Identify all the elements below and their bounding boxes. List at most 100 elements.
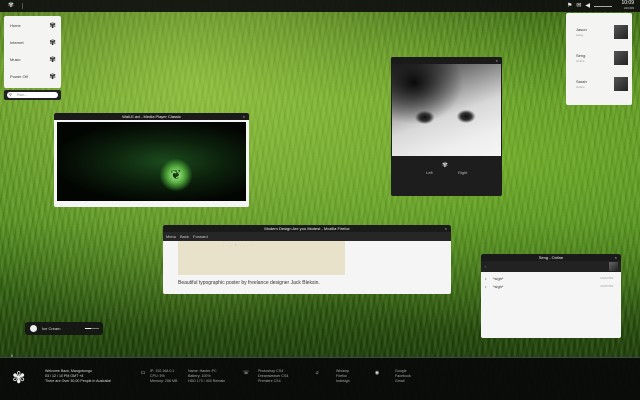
close-icon[interactable]: × <box>445 225 447 232</box>
web-link[interactable]: Gmail <box>395 379 411 384</box>
contact-status: Away <box>576 33 584 37</box>
bullet-icon: • <box>485 276 487 281</box>
contact-name: Seng <box>576 53 586 58</box>
system-tray: ⚑ ✉ ◀ <box>567 2 612 10</box>
video-frame[interactable]: ❦ <box>57 122 246 201</box>
lotus-icon: ✾ <box>49 38 56 47</box>
bullet-icon: • <box>485 284 487 289</box>
clock[interactable]: 10:09 22/1/09 <box>612 1 634 11</box>
music-widget: Ice Cream <box>25 322 103 335</box>
app-link[interactable]: Indesign <box>336 379 350 384</box>
menu-button[interactable]: Menu <box>166 234 176 239</box>
chevron-left-icon[interactable]: ‹ <box>485 264 486 269</box>
play-button[interactable] <box>30 325 37 332</box>
clock-date: 22/1/09 <box>623 6 634 10</box>
globe-icon[interactable]: ◉ <box>374 370 380 376</box>
chat-window: Seng - Online × ‹ • *sigh* 10:04 PM • *s… <box>481 254 621 338</box>
window-titlebar[interactable]: Seng - Online × <box>481 254 621 261</box>
launcher-item-label: Home <box>10 23 21 28</box>
chat-message: • *sigh* 10:05 PM <box>485 284 617 290</box>
avatar <box>614 51 628 65</box>
lotus-icon: ✾ <box>49 72 56 81</box>
avatar <box>614 25 628 39</box>
message-text: *sigh* <box>493 276 504 281</box>
message-time: 10:04 PM <box>600 276 613 280</box>
next-button[interactable]: Right <box>458 170 467 175</box>
message-text: *sigh* <box>493 284 504 289</box>
search-placeholder: Run... <box>17 92 28 97</box>
contact-item[interactable]: Jason Away <box>576 23 628 43</box>
contact-status: Online <box>576 59 585 63</box>
computer-line: HDD 173 / 400 Remain <box>188 379 226 383</box>
browser-toolbar: Menu Back Forward <box>163 232 451 241</box>
contact-status: Online <box>576 85 585 89</box>
tools-list: Winamp Firefox Indesign <box>336 369 350 384</box>
system-line: Memory: 256 MB <box>150 379 178 383</box>
window-titlebar[interactable]: × <box>391 57 502 64</box>
media-player-window: Wall-E.avi - Media Player Classic × ❦ <box>54 113 249 207</box>
run-search: ⚲ Run... <box>4 90 61 100</box>
progress-bar[interactable] <box>85 328 99 329</box>
photo-viewer-window: × ✾ Left Right <box>391 57 502 196</box>
volume-slider[interactable] <box>594 5 612 7</box>
launcher-item-label: Power Off <box>10 74 28 79</box>
contact-item[interactable]: Sarah Online <box>576 75 628 95</box>
window-titlebar[interactable]: Wall-E.avi - Media Player Classic × <box>54 113 249 120</box>
launcher-item-label: Internet <box>10 40 24 45</box>
contact-item[interactable]: Seng Online <box>576 49 628 69</box>
launcher-item-home[interactable]: Home ✾ <box>8 19 58 33</box>
forward-button[interactable]: Forward <box>193 234 208 239</box>
back-button[interactable]: Back <box>180 234 189 239</box>
chat-message: • *sigh* 10:04 PM <box>485 276 617 282</box>
photo-image <box>392 64 501 156</box>
volume-icon[interactable]: ◀ <box>585 2 590 10</box>
progress-fill <box>85 328 92 329</box>
message-time: 10:05 PM <box>600 284 613 288</box>
chat-header: ‹ <box>481 261 621 272</box>
poster-image <box>178 241 345 275</box>
contact-name: Jason <box>576 27 587 32</box>
system-info: IP: 192.168.0.1 CPU: 5% Memory: 256 MB <box>150 369 177 384</box>
window-title: Seng - Online <box>538 255 564 260</box>
contacts-panel: Jason Away Seng Online Sarah Online <box>566 13 632 105</box>
avatar <box>614 77 628 91</box>
divider <box>22 3 23 9</box>
song-title: Ice Cream <box>42 326 61 331</box>
links-list: Google Facebook Gmail <box>395 369 411 384</box>
launcher-item-internet[interactable]: Internet ✾ <box>8 36 58 50</box>
dock-tab[interactable]: ii <box>11 353 13 358</box>
bottom-dock: ii ✾ Welcome Back, Mangobongo 03 / 12 / … <box>0 353 640 400</box>
search-icon: ⚲ <box>9 92 12 97</box>
launcher-item-music[interactable]: Music ✾ <box>8 53 58 67</box>
app-launcher: Home ✾ Internet ✾ Music ✾ Power Off ✾ <box>4 16 61 88</box>
page-caption: Beautiful typographic poster by freelanc… <box>178 280 320 286</box>
lotus-logo-icon[interactable]: ✾ <box>8 2 16 10</box>
lotus-icon: ✾ <box>442 162 448 169</box>
contact-name: Sarah <box>576 79 587 84</box>
music-note-icon[interactable]: ♫ <box>314 370 320 376</box>
app-link[interactable]: Premiere CS4 <box>258 379 288 384</box>
window-titlebar[interactable]: Modern Design Are you Modest - Mozilla F… <box>163 225 451 232</box>
computer-info: Name: Hauter-PC Battery: 100% HDD 173 / … <box>188 369 225 384</box>
search-input[interactable]: ⚲ Run... <box>7 92 58 98</box>
launcher-item-power-off[interactable]: Power Off ✾ <box>8 70 58 84</box>
window-title: Modern Design Are you Modest - Mozilla F… <box>264 226 350 231</box>
lotus-logo-icon[interactable]: ✾ <box>12 370 25 388</box>
welcome-line: There are Over 30,00 People in Australia… <box>45 379 112 383</box>
chat-icon[interactable]: ✉ <box>576 2 581 10</box>
top-panel: ✾ ⚑ ✉ ◀ 10:09 22/1/09 <box>0 0 640 12</box>
skype-icon[interactable]: ☏ <box>243 370 249 376</box>
window-title: Wall-E.avi - Media Player Classic <box>122 114 181 119</box>
close-icon[interactable]: × <box>615 254 617 261</box>
previous-button[interactable]: Left <box>426 170 433 175</box>
close-icon[interactable]: × <box>243 113 245 120</box>
poster-typography: · · · ⁘ · · · · <box>223 243 254 247</box>
avatar <box>609 262 618 271</box>
close-icon[interactable]: × <box>496 57 498 64</box>
lotus-icon: ✾ <box>49 21 56 30</box>
divider <box>0 357 640 358</box>
launcher-item-label: Music <box>10 57 21 62</box>
welcome-info: Welcome Back, Mangobongo 03 / 12 / 10 PM… <box>45 369 111 384</box>
monitor-icon: ▭ <box>140 370 146 376</box>
flag-icon[interactable]: ⚑ <box>567 2 572 10</box>
